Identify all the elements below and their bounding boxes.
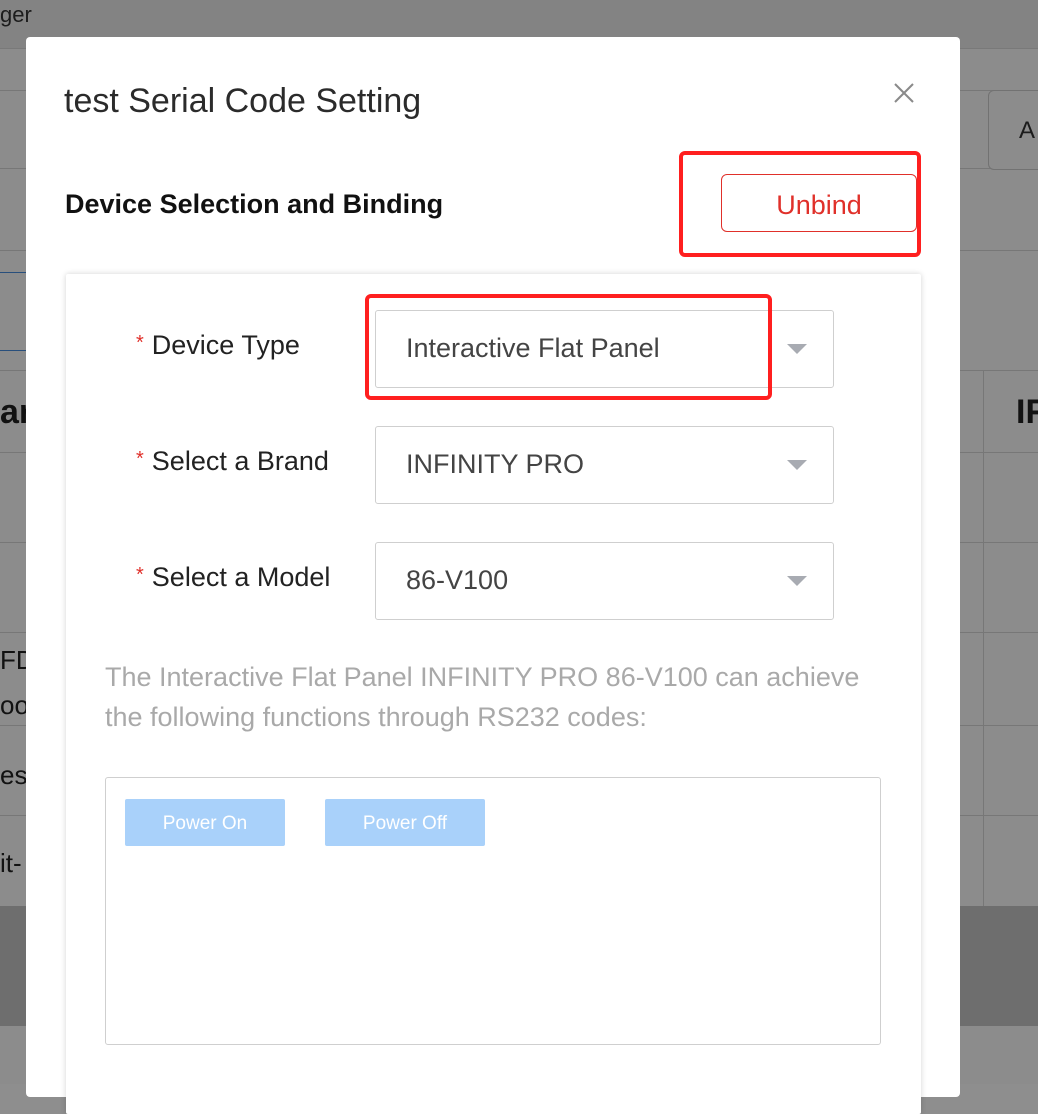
device-type-label: * Device Type: [136, 330, 300, 361]
model-select[interactable]: 86-V100: [375, 542, 834, 620]
model-label-text: Select a Model: [151, 562, 331, 592]
required-marker: *: [136, 448, 144, 470]
serial-code-setting-modal: test Serial Code Setting Device Selectio…: [26, 37, 960, 1114]
device-type-value: Interactive Flat Panel: [406, 333, 660, 363]
close-icon[interactable]: [892, 81, 916, 105]
required-marker: *: [136, 332, 144, 354]
power-off-button[interactable]: Power Off: [325, 799, 485, 846]
power-on-button[interactable]: Power On: [125, 799, 285, 846]
brand-label: * Select a Brand: [136, 446, 329, 477]
device-type-label-text: Device Type: [151, 330, 300, 360]
unbind-button[interactable]: Unbind: [721, 174, 917, 232]
section-title: Device Selection and Binding: [65, 189, 444, 219]
model-label: * Select a Model: [136, 562, 330, 593]
required-marker: *: [136, 564, 144, 586]
chevron-down-icon: [787, 344, 807, 354]
close-icon-glyph: [894, 83, 914, 103]
device-type-select[interactable]: Interactive Flat Panel: [375, 310, 834, 388]
chevron-down-icon: [787, 576, 807, 586]
modal-title: test Serial Code Setting: [64, 82, 422, 120]
model-value: 86-V100: [406, 565, 509, 595]
function-description: The Interactive Flat Panel INFINITY PRO …: [105, 662, 860, 732]
device-binding-card: * Device Type Interactive Flat Panel * Sel…: [66, 274, 921, 1114]
brand-select[interactable]: INFINITY PRO: [375, 426, 834, 504]
brand-value: INFINITY PRO: [406, 449, 585, 479]
brand-label-text: Select a Brand: [151, 446, 329, 476]
chevron-down-icon: [787, 460, 807, 470]
function-list: Power On Power Off: [105, 777, 881, 1045]
